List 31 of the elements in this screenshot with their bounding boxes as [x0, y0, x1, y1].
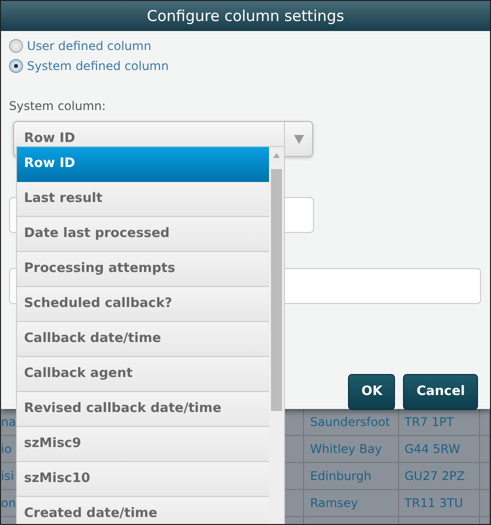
dropdown-option[interactable]: Last result [17, 182, 270, 217]
table-cell: TR7 1PT [398, 409, 480, 435]
table-cell: Whitley Bay [304, 436, 398, 462]
dropdown-option[interactable]: Revised callback date/time [17, 392, 270, 427]
dropdown-option[interactable]: Scheduled callback? [17, 287, 270, 322]
table-cell: Edinburgh [304, 463, 398, 489]
table-cell: GU27 2PZ [398, 463, 480, 489]
dropdown-option[interactable]: szMisc10 [17, 462, 270, 497]
dropdown-option[interactable]: Date last processed [17, 217, 270, 252]
radio-label[interactable]: System defined column [27, 56, 169, 76]
dropdown-option[interactable]: Processing attempts [17, 252, 270, 287]
table-cell: G44 5RW [398, 436, 480, 462]
radio-label[interactable]: User defined column [27, 36, 152, 56]
radio-button[interactable] [9, 39, 23, 53]
dropdown-option[interactable]: Callback agent [17, 357, 270, 392]
dialog-button[interactable]: Cancel [403, 374, 478, 410]
scroll-up-icon[interactable] [273, 153, 280, 158]
table-cell: Ramsey [304, 490, 398, 516]
radio-button[interactable] [9, 59, 23, 73]
table-cell: TR11 3TU [398, 490, 480, 516]
scrollbar[interactable] [269, 147, 284, 524]
dialog-button[interactable]: OK [348, 374, 396, 410]
scrollbar-thumb[interactable] [271, 169, 282, 411]
dialog-title: Configure column settings [1, 1, 490, 31]
table-cell: Saundersfoot [304, 409, 398, 435]
dropdown-option[interactable]: Created date/time [17, 497, 270, 524]
caret-icon [294, 134, 304, 144]
dropdown-option[interactable]: Row ID [17, 147, 270, 182]
field-label: System column: [9, 98, 107, 115]
dropdown-option[interactable]: szMisc9 [17, 427, 270, 462]
dropdown-option[interactable]: Callback date/time [17, 322, 270, 357]
